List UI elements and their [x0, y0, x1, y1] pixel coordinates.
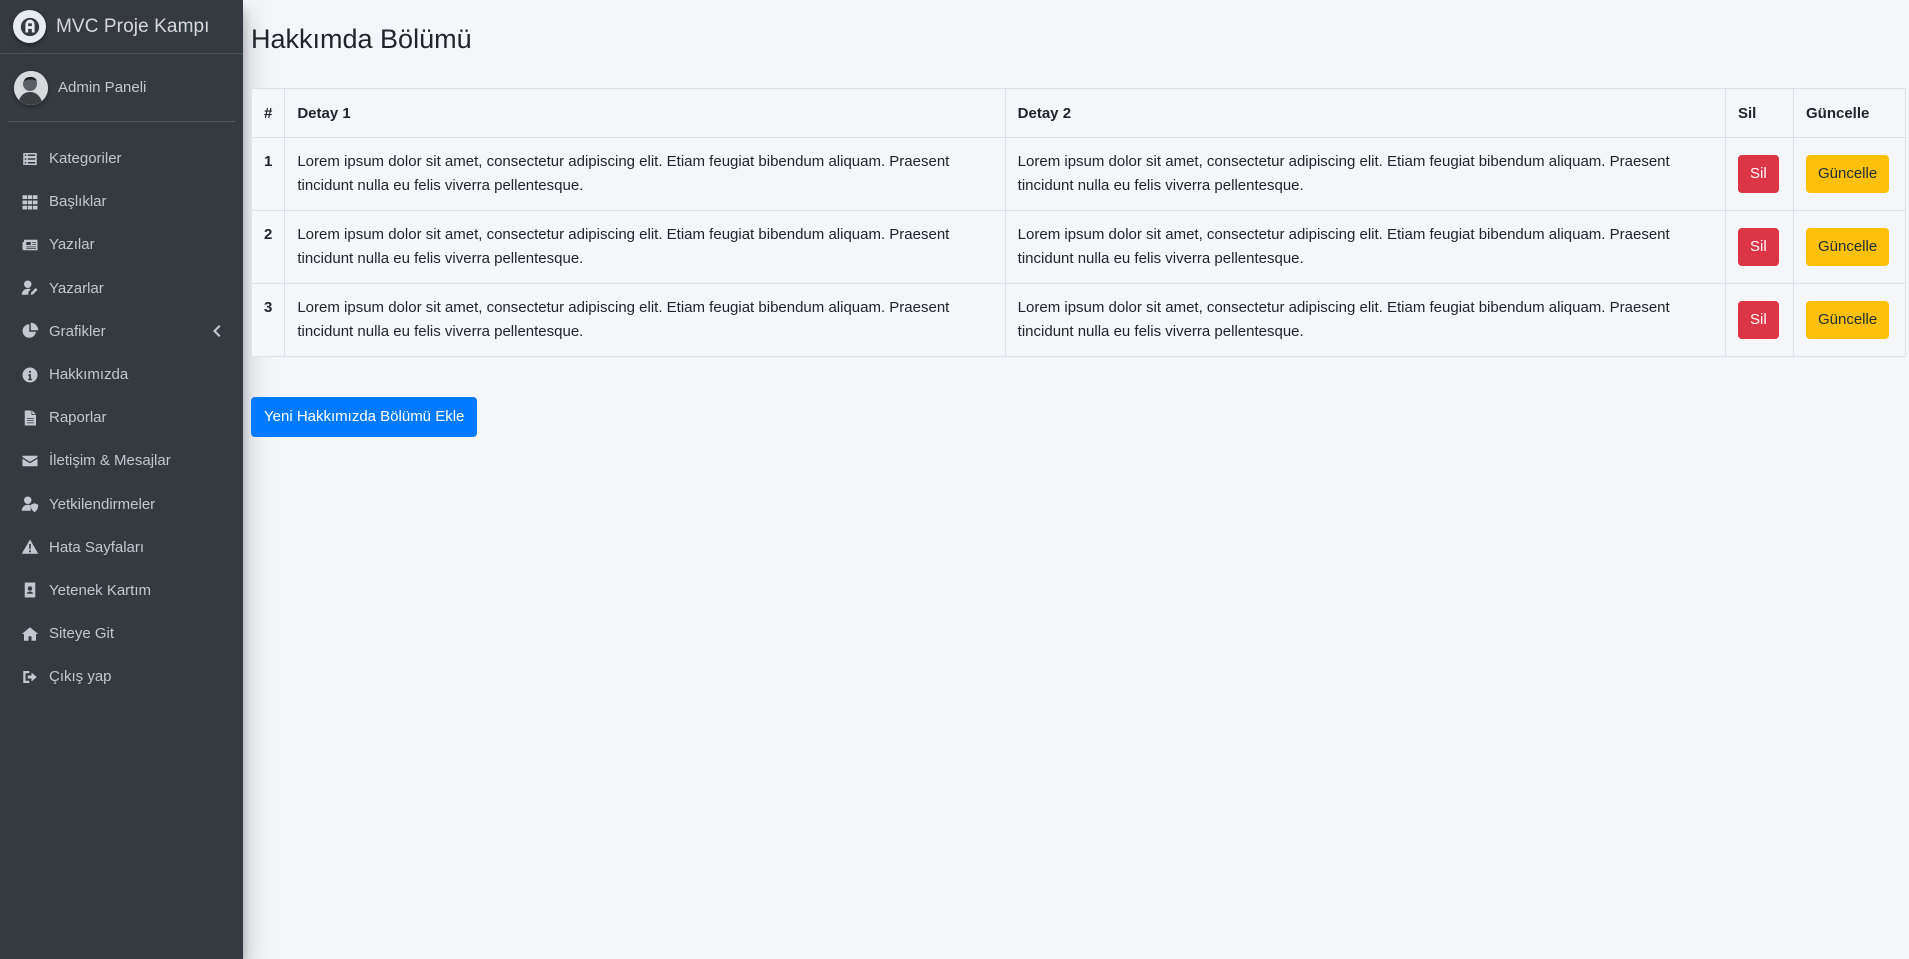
warning-icon: [20, 537, 40, 557]
row-update-cell: Güncelle: [1792, 283, 1907, 357]
main-content: Hakkımda Bölümü # Detay 1 Detay 2 Sil Gü…: [250, 0, 1909, 437]
sidebar-item-label: Hata Sayfaları: [49, 538, 145, 556]
column-header-delete: Sil: [1725, 88, 1794, 138]
sidebar-item-label: Yetenek Kartım: [49, 581, 152, 599]
brand-link[interactable]: MVC Proje Kampı: [0, 0, 243, 54]
sidebar-item-grafikler[interactable]: Grafikler: [8, 310, 235, 353]
table-row: 1 Lorem ipsum dolor sit amet, consectetu…: [250, 137, 1907, 211]
row-id: 1: [250, 137, 286, 211]
row-delete-cell: Sil: [1725, 210, 1794, 284]
sidebar-item-label: Hakkımızda: [49, 366, 129, 384]
row-detail1: Lorem ipsum dolor sit amet, consectetur …: [284, 210, 1006, 284]
sidebar-item-label: Çıkış yap: [49, 668, 112, 686]
delete-button[interactable]: Sil: [1738, 228, 1779, 266]
sidebar-item-siteye-git[interactable]: Siteye Git: [8, 612, 235, 655]
sidebar-item-hakkimizda[interactable]: Hakkımızda: [8, 353, 235, 396]
list-icon: [20, 149, 40, 169]
chevron-left-icon: [211, 324, 221, 338]
sidebar-item-label: Grafikler: [49, 322, 106, 340]
row-detail1: Lorem ipsum dolor sit amet, consectetur …: [284, 137, 1006, 211]
table-header-row: # Detay 1 Detay 2 Sil Güncelle: [250, 88, 1907, 138]
pie-chart-icon: [20, 321, 40, 341]
update-button[interactable]: Güncelle: [1805, 301, 1890, 339]
sidebar-nav: Kategoriler Başlıklar Yazılar Yazarlar G…: [0, 137, 243, 698]
row-detail1: Lorem ipsum dolor sit amet, consectetur …: [284, 283, 1006, 357]
row-update-cell: Güncelle: [1792, 210, 1907, 284]
row-id: 3: [250, 283, 286, 357]
home-icon: [20, 624, 40, 644]
update-button[interactable]: Güncelle: [1805, 155, 1890, 193]
user-name: Admin Paneli: [58, 79, 147, 96]
delete-button[interactable]: Sil: [1738, 155, 1779, 193]
update-button[interactable]: Güncelle: [1805, 228, 1890, 266]
envelope-icon: [20, 451, 40, 471]
newspaper-icon: [20, 235, 40, 255]
row-detail2: Lorem ipsum dolor sit amet, consectetur …: [1004, 283, 1727, 357]
id-badge-icon: [20, 580, 40, 600]
row-detail2: Lorem ipsum dolor sit amet, consectetur …: [1004, 210, 1727, 284]
sidebar-item-label: Raporlar: [49, 409, 107, 427]
column-header-update: Güncelle: [1792, 88, 1907, 138]
row-id: 2: [250, 210, 286, 284]
row-detail2: Lorem ipsum dolor sit amet, consectetur …: [1004, 137, 1727, 211]
user-panel[interactable]: Admin Paneli: [8, 54, 235, 122]
sidebar-item-label: Yetkilendirmeler: [49, 495, 156, 513]
sidebar-item-label: Kategoriler: [49, 150, 122, 168]
info-icon: [20, 365, 40, 385]
about-table: # Detay 1 Detay 2 Sil Güncelle 1 Lorem i…: [250, 88, 1907, 357]
user-edit-icon: [20, 278, 40, 298]
sidebar-item-kategoriler[interactable]: Kategoriler: [8, 137, 235, 180]
add-about-button[interactable]: Yeni Hakkımızda Bölümü Ekle: [251, 397, 478, 437]
column-header-detail1: Detay 1: [284, 88, 1006, 138]
row-update-cell: Güncelle: [1792, 137, 1907, 211]
column-header-detail2: Detay 2: [1004, 88, 1727, 138]
sidebar-item-yetenek-kartim[interactable]: Yetenek Kartım: [8, 569, 235, 612]
delete-button[interactable]: Sil: [1738, 301, 1779, 339]
row-delete-cell: Sil: [1725, 283, 1794, 357]
sidebar-item-raporlar[interactable]: Raporlar: [8, 396, 235, 439]
file-icon: [20, 408, 40, 428]
sidebar-item-basliklar[interactable]: Başlıklar: [8, 180, 235, 223]
brand-title: MVC Proje Kampı: [56, 15, 210, 37]
user-shield-icon: [20, 494, 40, 514]
page-title: Hakkımda Bölümü: [251, 24, 472, 54]
avatar: [14, 70, 48, 105]
sidebar-item-label: Yazılar: [49, 236, 95, 254]
sidebar-item-yazarlar[interactable]: Yazarlar: [8, 267, 235, 310]
sidebar-item-yazilar[interactable]: Yazılar: [8, 223, 235, 266]
sidebar-item-hata-sayfalari[interactable]: Hata Sayfaları: [8, 526, 235, 569]
sidebar-item-label: Yazarlar: [49, 279, 104, 297]
sidebar: MVC Proje Kampı Admin Paneli Kategoriler…: [0, 0, 243, 959]
brand-logo-icon: [13, 10, 46, 43]
column-header-number: #: [250, 88, 286, 138]
sidebar-item-label: İletişim & Mesajlar: [49, 452, 171, 470]
row-delete-cell: Sil: [1725, 137, 1794, 211]
sidebar-item-iletisim[interactable]: İletişim & Mesajlar: [8, 439, 235, 482]
table-row: 2 Lorem ipsum dolor sit amet, consectetu…: [250, 210, 1907, 284]
sidebar-item-label: Başlıklar: [49, 193, 107, 211]
sidebar-item-label: Siteye Git: [49, 625, 115, 643]
sign-out-icon: [20, 667, 40, 687]
grid-icon: [20, 192, 40, 212]
sidebar-item-cikis-yap[interactable]: Çıkış yap: [8, 655, 235, 698]
table-row: 3 Lorem ipsum dolor sit amet, consectetu…: [250, 283, 1907, 357]
sidebar-item-yetkilendirmeler[interactable]: Yetkilendirmeler: [8, 483, 235, 526]
